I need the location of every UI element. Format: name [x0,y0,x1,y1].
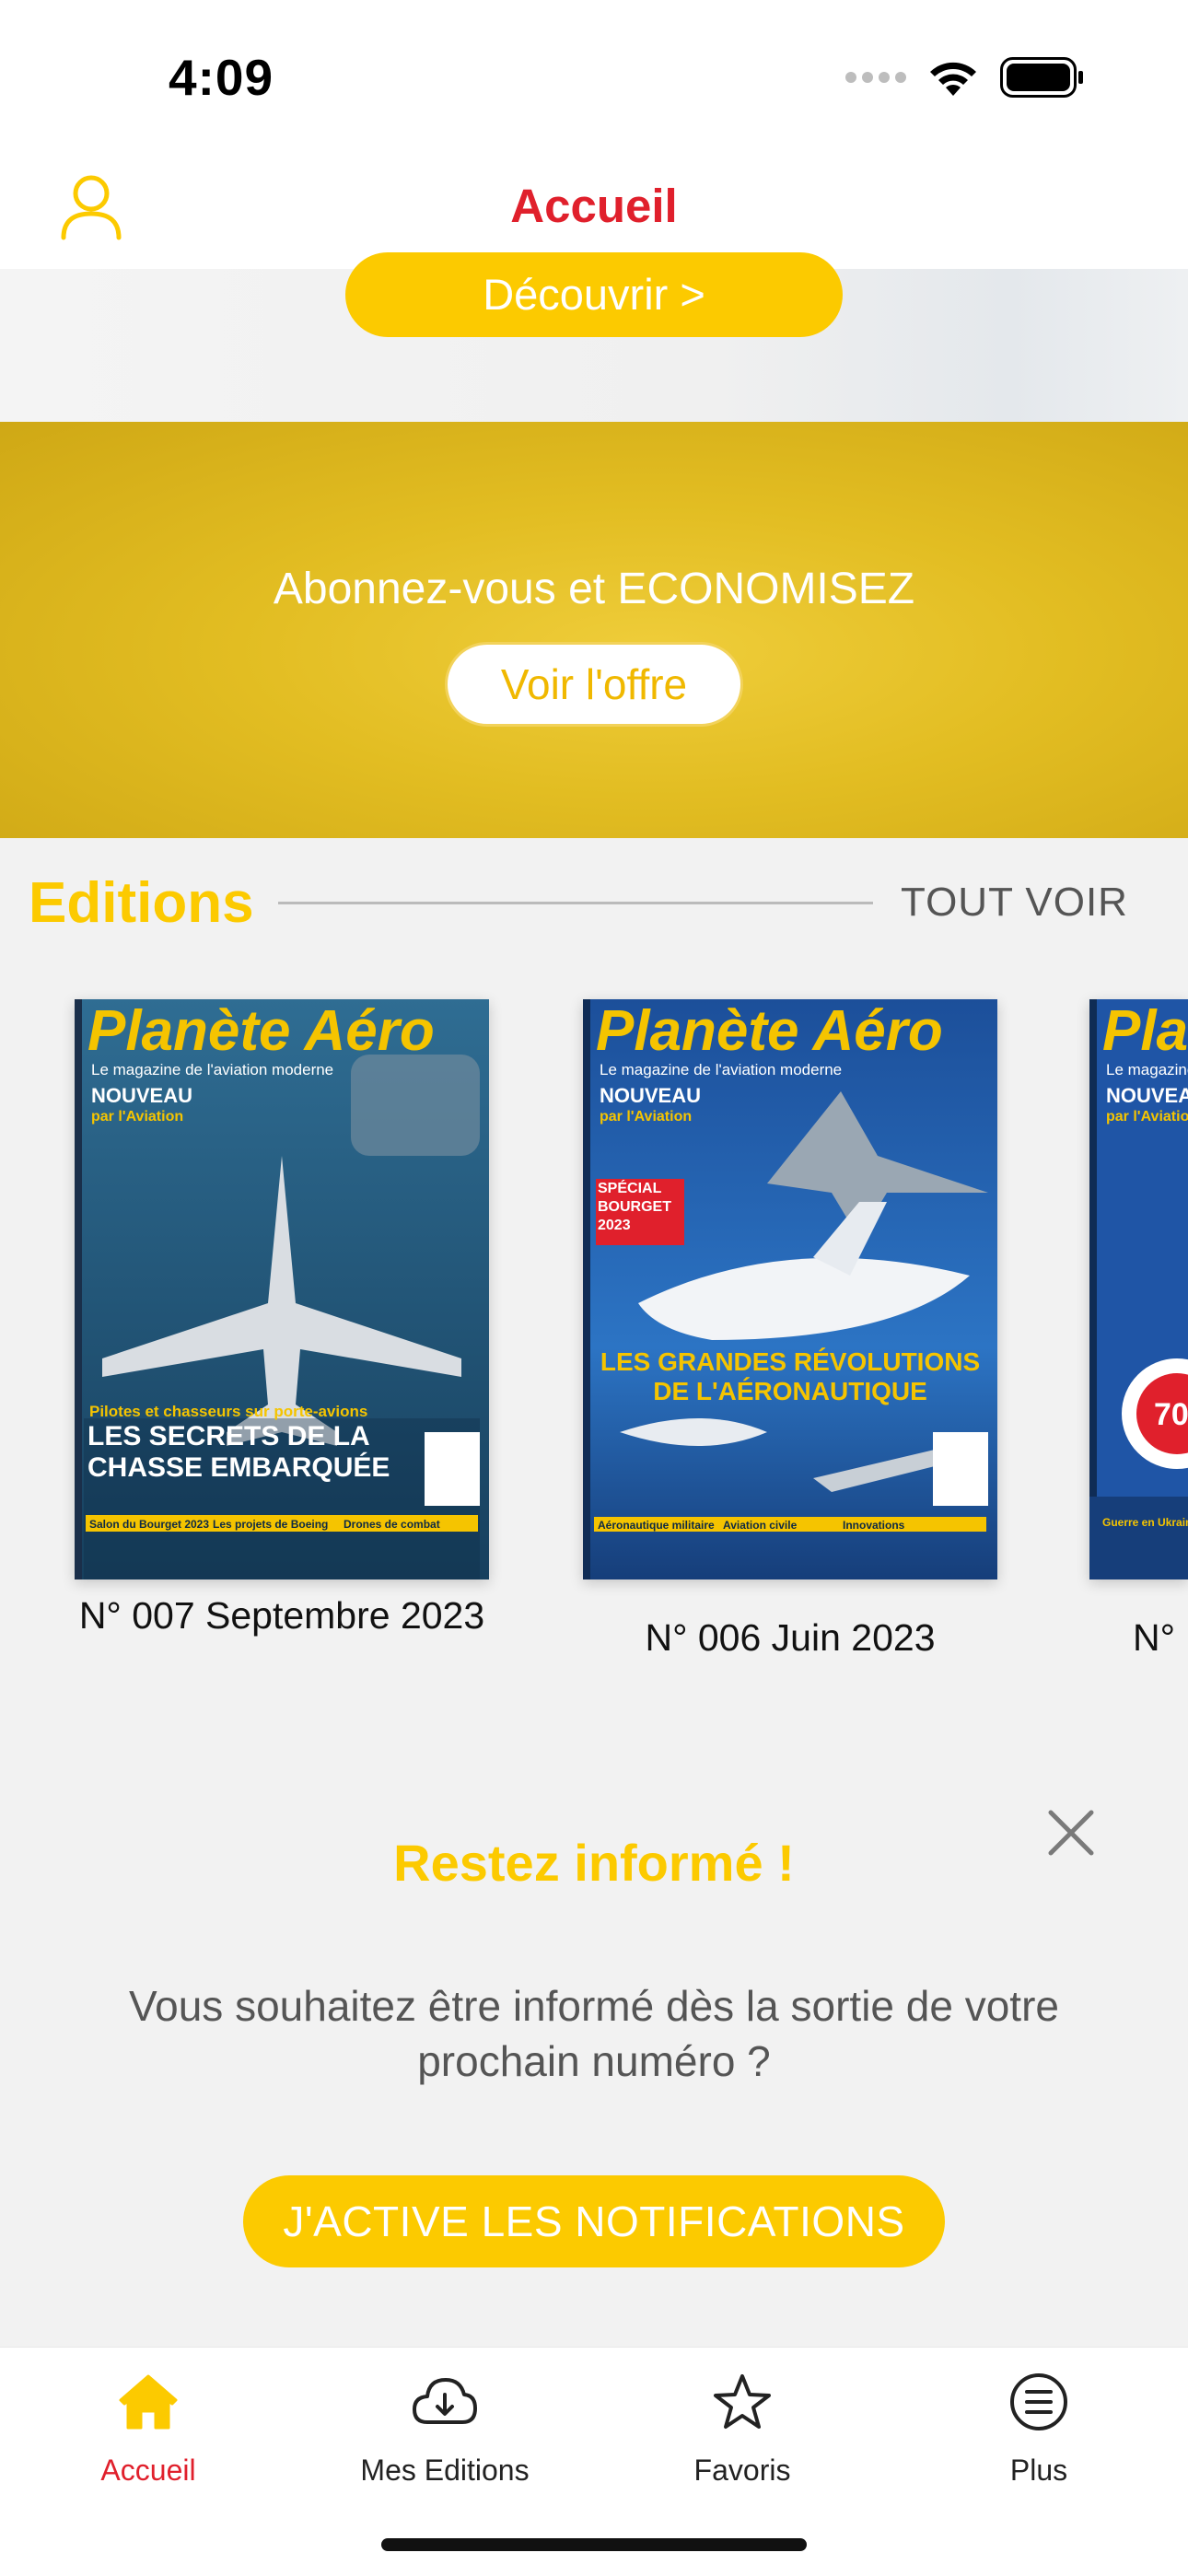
tab-mes-editions[interactable]: Mes Editions [297,2365,593,2488]
page-title: Accueil [510,180,678,232]
edition-caption: N° 007 Septembre 2023 [78,1594,485,1637]
cover-tagline: Le magazine [1106,1061,1188,1078]
cover-kicker: SPÉCIAL BOURGET 2023 [598,1181,671,1233]
cover-bottom-2: Aviation civile [723,1519,798,1532]
edition-cover[interactable]: Planète Aéro Le magazine de l'aviation m… [75,999,489,1579]
cover-bottom-3: Drones de combat [344,1518,440,1531]
tab-label: Plus [1009,2454,1068,2487]
status-icons [844,57,1085,98]
edition-cover[interactable]: Pla Le magazine NOUVEAU par l'Aviation 7… [1089,999,1188,1579]
tab-label: Favoris [693,2454,791,2487]
cloud-download-icon [413,2378,477,2424]
cover-bottom-3: Innovations [843,1519,905,1532]
section-title: Editions [29,871,254,935]
subscribe-text: Abonnez-vous et ECONOMISEZ [273,565,915,613]
cover-kicker: 70 [1154,1397,1188,1432]
cellular-signal-icon [845,72,906,83]
tab-label: Mes Editions [360,2454,530,2487]
cover-badge: NOUVEAU [91,1084,192,1107]
status-time: 4:09 [169,49,274,106]
tab-accueil[interactable]: Accueil [0,2365,297,2488]
notification-title: Restez informé ! [393,1834,795,1892]
enable-notifications-button[interactable]: J'ACTIVE LES NOTIFICATIONS [243,2175,945,2267]
tab-label: Accueil [100,2454,196,2487]
cover-badge-sub: par l'Aviation [600,1109,692,1125]
cover-bottom-2: Les projets de Boeing [213,1518,328,1531]
cover-badge-sub: par l'Aviation [91,1109,183,1125]
subscribe-banner [0,422,1188,838]
cover-tagline: Le magazine de l'aviation moderne [600,1061,842,1078]
cover-masthead: Planète Aéro [87,999,435,1063]
cover-masthead: Pla [1102,999,1188,1063]
see-all-link[interactable]: TOUT VOIR [901,880,1128,926]
star-icon [714,2374,771,2429]
cover-masthead: Planète Aéro [596,999,943,1063]
cover-bottom-1: Aéronautique militaire [598,1519,715,1532]
cover-badge-sub: par l'Aviation [1106,1109,1188,1125]
notification-text: Vous souhaitez être informé dès la sorti… [128,1982,1059,2085]
edition-cover[interactable]: Planète Aéro Le magazine de l'aviation m… [583,999,997,1579]
discover-button[interactable]: Découvrir > [345,252,843,337]
battery-icon [1000,57,1083,98]
tab-favoris[interactable]: Favoris [594,2365,891,2488]
cover-headline: LES SECRETS DE LA CHASSE EMBARQUÉE [87,1421,390,1483]
home-icon [119,2374,178,2430]
cover-tagline: Le magazine de l'aviation moderne [91,1061,333,1078]
cover-badge: NOUVEAU [600,1084,701,1107]
wifi-icon [930,62,976,96]
edition-caption: N° [1133,1616,1176,1659]
cover-bottom-1: Salon du Bourget 2023 [89,1518,209,1531]
cover-badge: NOUVEAU [1106,1084,1188,1107]
tab-plus[interactable]: Plus [891,2365,1187,2488]
cover-kicker: Pilotes et chasseurs sur porte-avions [89,1403,367,1420]
cover-headline: LES GRANDES RÉVOLUTIONS DE L'AÉRONAUTIQU… [600,1347,981,1405]
view-offer-button[interactable]: Voir l'offre [445,642,743,727]
menu-circle-icon [1010,2373,1067,2430]
cover-bottom-1: Guerre en Ukraine [1102,1516,1188,1529]
edition-caption: N° 006 Juin 2023 [645,1616,936,1659]
home-indicator[interactable] [381,2538,807,2551]
section-divider [278,902,873,904]
